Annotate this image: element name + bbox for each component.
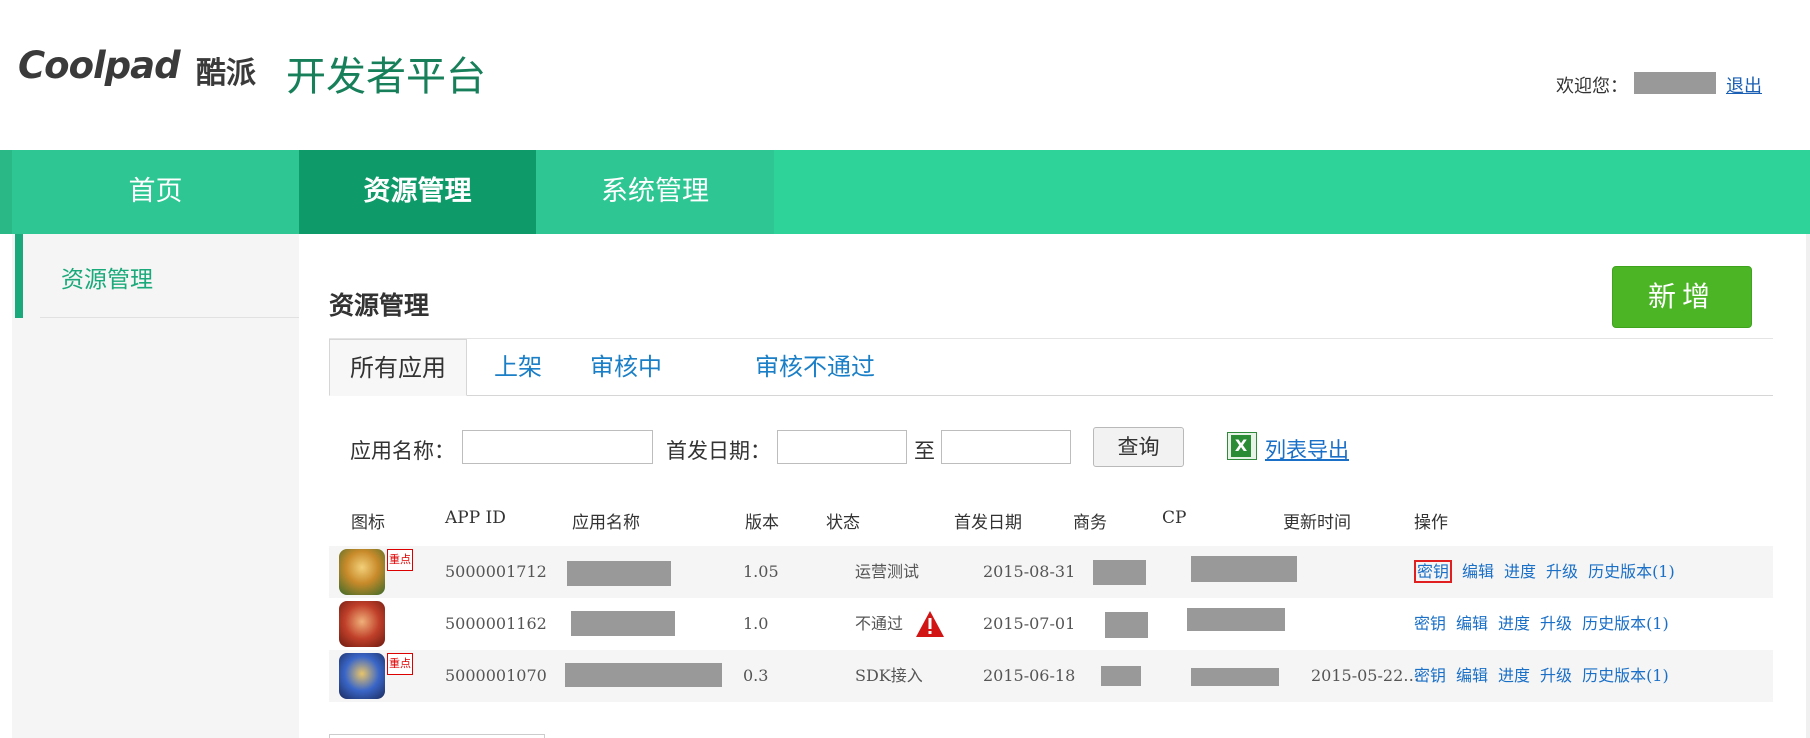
col-header-icon: 图标: [351, 513, 385, 533]
col-header-business: 商务: [1073, 513, 1107, 533]
release-date: 2015-07-01: [983, 614, 1076, 633]
tabs: 所有应用 上架 审核中 审核不通过: [329, 339, 1773, 396]
version: 0.3: [743, 666, 769, 685]
table-row: 重点 5000001712 1.05 运营测试 2015-08-31 密钥 编辑进…: [329, 546, 1773, 598]
update-time: 2015-05-22…: [1311, 666, 1420, 685]
sidebar-divider: [40, 317, 299, 318]
business-redacted: [1105, 612, 1148, 638]
logo: Coolpad: [18, 44, 181, 87]
progress-link[interactable]: 进度: [1498, 666, 1530, 685]
app-icon: [339, 653, 385, 699]
col-header-status: 状态: [826, 513, 860, 533]
version: 1.0: [743, 614, 769, 633]
col-header-app-name: 应用名称: [572, 513, 640, 533]
tabs-baseline: [329, 395, 1773, 396]
warning-icon: [916, 611, 944, 637]
col-header-update-time: 更新时间: [1283, 513, 1351, 533]
nav-home[interactable]: 首页: [12, 150, 299, 234]
excel-icon[interactable]: X: [1227, 432, 1257, 460]
cp-redacted: [1191, 556, 1297, 582]
col-header-actions: 操作: [1414, 513, 1448, 533]
app-id: 5000001162: [445, 614, 547, 633]
status: 运营测试: [855, 562, 920, 581]
col-header-version: 版本: [745, 513, 779, 533]
app-icon: [339, 601, 385, 647]
table-row: 5000001162 1.0 不通过 2015-07-01 密钥 编辑 进度 升级 历史…: [329, 598, 1773, 650]
page-right-edge: [1806, 234, 1810, 738]
progress-link[interactable]: 进度: [1504, 562, 1536, 581]
row-actions: 密钥 编辑 进度 升级 历史版本(1): [1414, 650, 1679, 702]
key-link[interactable]: 密钥: [1414, 614, 1446, 633]
history-link[interactable]: 历史版本(1): [1582, 614, 1669, 633]
page-title: 资源管理: [329, 291, 430, 320]
app-name-label: 应用名称：: [350, 439, 455, 463]
pagination-partial: [329, 734, 545, 738]
status: SDK接入: [855, 666, 923, 685]
tab-published[interactable]: 上架: [494, 339, 542, 395]
release-date: 2015-08-31: [983, 562, 1076, 581]
tab-all-apps[interactable]: 所有应用: [329, 339, 467, 396]
main-content: 资源管理 新增 所有应用 上架 审核中 审核不通过 应用名称： 首发日期： 至 …: [299, 234, 1806, 738]
welcome-text: 欢迎您：: [1556, 76, 1628, 97]
business-redacted: [1093, 560, 1146, 585]
col-header-release-date: 首发日期: [954, 513, 1022, 533]
to-label: 至: [914, 439, 935, 463]
nav-edge: [0, 150, 12, 234]
release-date: 2015-06-18: [983, 666, 1076, 685]
priority-badge: 重点: [387, 549, 413, 571]
release-date-start-input[interactable]: [777, 430, 907, 464]
app-icon: [339, 549, 385, 595]
col-header-app-id: APP ID: [445, 508, 506, 528]
history-link[interactable]: 历史版本(1): [1588, 562, 1675, 581]
app-name-redacted: [571, 611, 675, 636]
export-list-link[interactable]: 列表导出: [1265, 434, 1349, 464]
release-date-end-input[interactable]: [941, 430, 1071, 464]
key-link[interactable]: 密钥: [1414, 666, 1446, 685]
app-name-redacted: [567, 561, 671, 586]
row-actions: 密钥 编辑 进度 升级 历史版本(1): [1414, 598, 1679, 650]
table-row: 重点 5000001070 0.3 SDK接入 2015-06-18 2015-…: [329, 650, 1773, 702]
platform-title: 开发者平台: [286, 54, 486, 100]
nav-resource-management[interactable]: 资源管理: [299, 150, 536, 234]
business-redacted: [1101, 666, 1141, 686]
row-actions: 密钥 编辑 进度 升级 历史版本(1): [1414, 546, 1685, 598]
sidebar: 资源管理: [12, 234, 299, 738]
status: 不通过: [855, 614, 904, 633]
app-id: 5000001070: [445, 666, 547, 685]
version: 1.05: [743, 562, 779, 581]
logout-link[interactable]: 退出: [1726, 72, 1762, 98]
tab-reviewing[interactable]: 审核中: [590, 339, 662, 395]
cp-redacted: [1191, 668, 1279, 686]
sidebar-active-indicator: [15, 234, 23, 318]
tab-rejected[interactable]: 审核不通过: [755, 339, 875, 395]
logo-cn: 酷派: [196, 56, 256, 91]
edit-link[interactable]: 编辑: [1462, 562, 1494, 581]
edit-link[interactable]: 编辑: [1456, 614, 1488, 633]
username-redacted: [1634, 72, 1716, 94]
upgrade-link[interactable]: 升级: [1540, 614, 1572, 633]
release-date-label: 首发日期：: [666, 439, 771, 463]
nav-system-management[interactable]: 系统管理: [536, 150, 774, 234]
header: Coolpad 酷派 开发者平台 欢迎您： 退出: [0, 0, 1810, 150]
upgrade-link[interactable]: 升级: [1546, 562, 1578, 581]
add-button[interactable]: 新增: [1612, 266, 1752, 328]
cp-redacted: [1187, 608, 1285, 631]
sidebar-item-label: 资源管理: [61, 267, 153, 293]
col-header-cp: CP: [1162, 508, 1187, 528]
key-link[interactable]: 密钥: [1414, 560, 1453, 583]
history-link[interactable]: 历史版本(1): [1582, 666, 1669, 685]
sidebar-item-resource-management[interactable]: 资源管理: [12, 234, 299, 318]
edit-link[interactable]: 编辑: [1456, 666, 1488, 685]
upgrade-link[interactable]: 升级: [1540, 666, 1572, 685]
priority-badge: 重点: [387, 653, 413, 675]
app-name-input[interactable]: [462, 430, 653, 464]
app-id: 5000001712: [445, 562, 547, 581]
app-name-redacted: [565, 663, 722, 687]
top-nav: 首页 资源管理 系统管理: [0, 150, 1810, 234]
query-button[interactable]: 查询: [1093, 427, 1184, 467]
progress-link[interactable]: 进度: [1498, 614, 1530, 633]
